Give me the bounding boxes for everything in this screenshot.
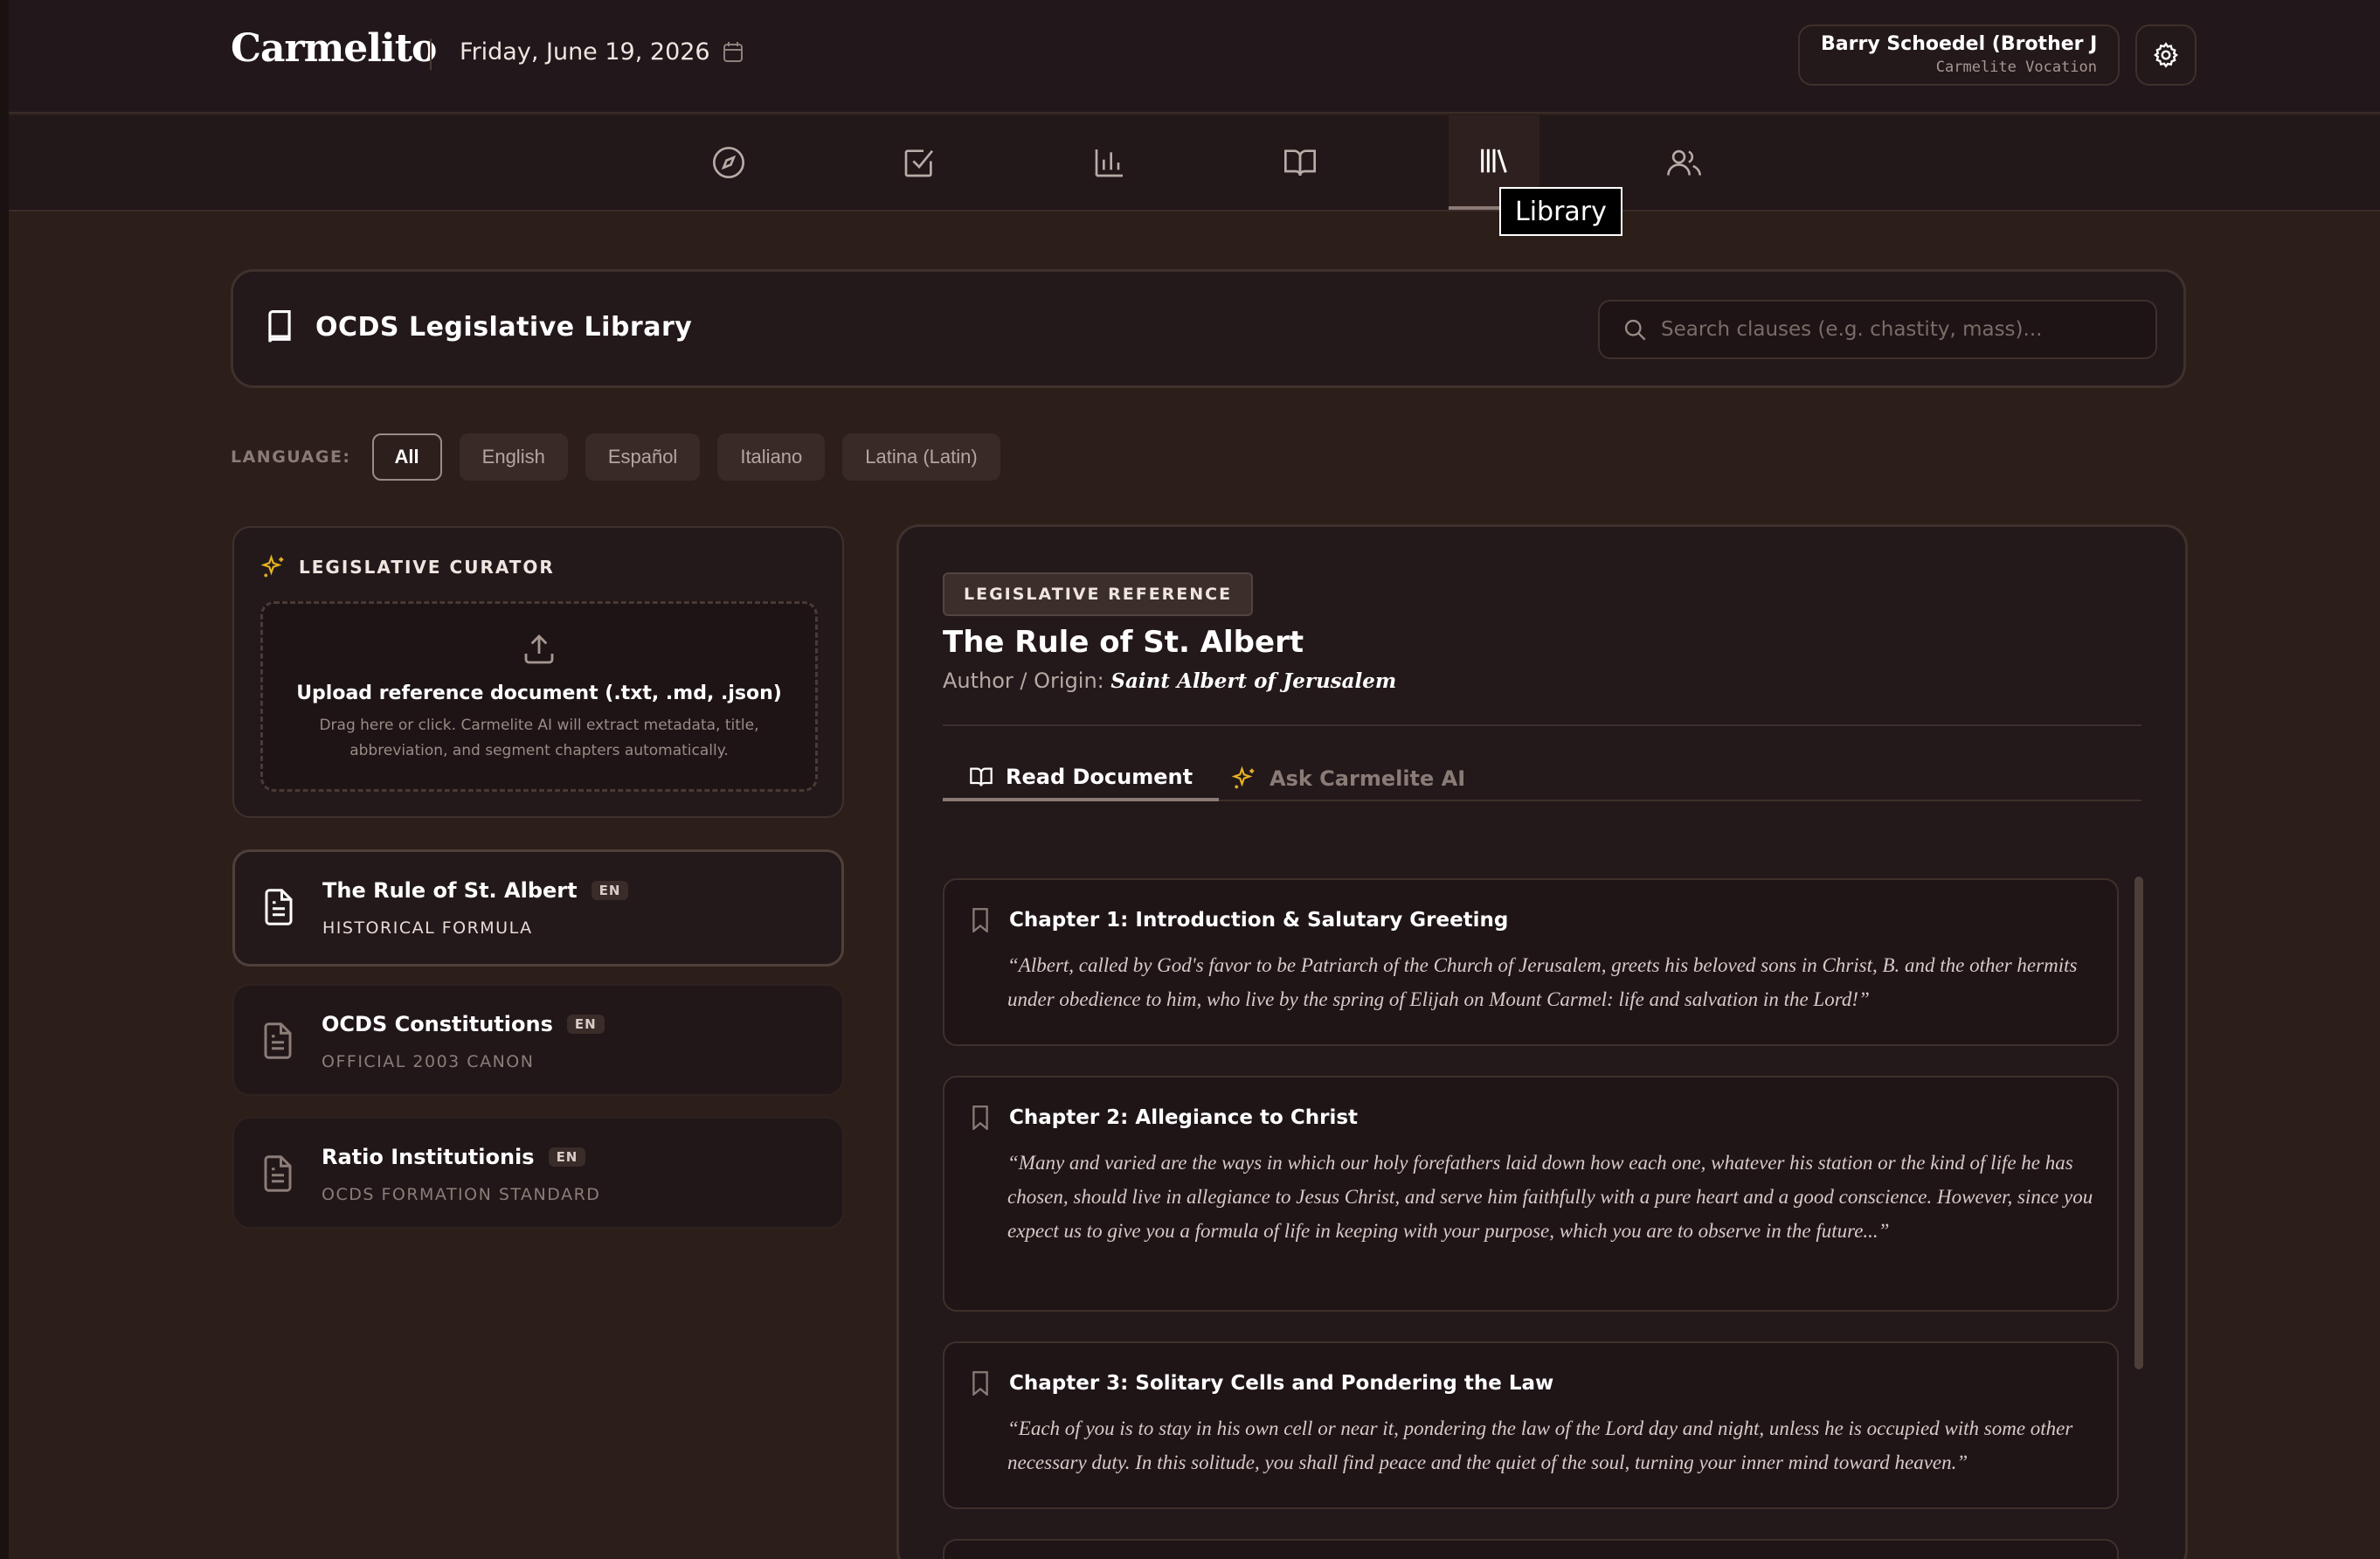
search-icon <box>1624 319 1646 341</box>
user-name: Barry Schoedel (Brother Jo... <box>1821 33 2097 55</box>
bar-chart-icon <box>1095 149 1123 177</box>
chapter-title: Chapter 3: Solitary Cells and Pondering … <box>1009 1372 1554 1395</box>
chapters-scrollbar[interactable] <box>2134 877 2143 1369</box>
document-title: The Rule of St. Albert EN <box>322 878 629 903</box>
open-book-icon <box>1284 149 1316 177</box>
bookmark-icon[interactable] <box>971 908 990 932</box>
upload-icon <box>524 634 554 664</box>
reference-divider <box>943 724 2141 726</box>
bookmark-icon[interactable] <box>971 1105 990 1130</box>
curator-title-group: LEGISLATIVE CURATOR <box>260 554 555 580</box>
search-input[interactable] <box>1661 318 2133 341</box>
document-category: OCDS FORMATION STANDARD <box>322 1185 601 1204</box>
document-name: The Rule of St. Albert <box>322 878 578 903</box>
chapter-text: “Albert, called by God's favor to be Pat… <box>1007 954 2078 1010</box>
document-title: OCDS Constitutions EN <box>322 1012 605 1036</box>
legislative-curator-panel: LEGISLATIVE CURATOR Upload reference doc… <box>232 526 844 818</box>
document-icon <box>264 1155 292 1192</box>
gear-icon <box>2153 42 2179 68</box>
language-label: LANGUAGE: <box>231 447 351 467</box>
chapter-header: Chapter 2: Allegiance to Christ <box>971 1105 1358 1130</box>
language-option-espanol[interactable]: Español <box>585 433 701 481</box>
app-brand[interactable]: Carmelito <box>231 26 437 71</box>
reference-title: The Rule of St. Albert <box>943 625 1304 660</box>
upload-title: Upload reference document (.txt, .md, .j… <box>296 682 782 704</box>
open-book-icon <box>970 767 993 786</box>
document-name: OCDS Constitutions <box>322 1012 553 1036</box>
calendar-icon <box>723 41 743 62</box>
library-header: OCDS Legislative Library <box>231 269 2186 388</box>
document-icon <box>265 889 293 925</box>
window-edge <box>0 0 9 1559</box>
nav-tooltip: Library <box>1499 187 1622 236</box>
library-icon <box>1481 149 1507 173</box>
nav-community[interactable] <box>1639 115 1730 210</box>
tab-read-document[interactable]: Read Document <box>943 756 1220 801</box>
sparkles-icon <box>260 554 284 578</box>
reference-tabs: Read Document Ask Carmelite AI <box>943 756 2141 801</box>
document-category: OFFICIAL 2003 CANON <box>322 1052 535 1071</box>
nav-tasks[interactable] <box>874 115 965 210</box>
document-title: Ratio Institutionis EN <box>322 1145 586 1169</box>
upload-description: Drag here or click. Carmelite AI will ex… <box>319 717 759 759</box>
author-label: Author / Origin: <box>943 669 1104 693</box>
tab-ai-label: Ask Carmelite AI <box>1270 766 1466 791</box>
curator-title: LEGISLATIVE CURATOR <box>299 557 555 578</box>
chapter-card-2: Chapter 2: Allegiance to Christ “Many an… <box>943 1076 2119 1312</box>
tab-read-label: Read Document <box>1006 765 1193 789</box>
current-date[interactable]: Friday, June 19, 2026 <box>460 38 744 66</box>
sparkles-icon <box>1231 766 1255 789</box>
users-icon <box>1667 149 1702 176</box>
chapter-title: Chapter 2: Allegiance to Christ <box>1009 1106 1359 1129</box>
document-card-ocds-constitutions[interactable]: OCDS Constitutions EN OFFICIAL 2003 CANO… <box>232 984 844 1096</box>
language-badge: EN <box>548 1147 586 1167</box>
nav-readings[interactable] <box>1255 115 1346 210</box>
tab-ask-ai[interactable]: Ask Carmelite AI <box>1205 756 1491 801</box>
chapter-header: Chapter 1: Introduction & Salutary Greet… <box>971 908 1508 932</box>
user-role: Carmelite Vocation <box>1935 59 2097 76</box>
reference-author: Author / Origin: Saint Albert of Jerusal… <box>943 669 1396 693</box>
language-option-all[interactable]: All <box>371 433 442 481</box>
library-title-group: OCDS Legislative Library <box>265 310 692 343</box>
reference-panel: LEGISLATIVE REFERENCE The Rule of St. Al… <box>896 524 2188 1559</box>
language-filter: LANGUAGE: All English Español Italiano L… <box>231 433 1018 481</box>
nav-explore[interactable] <box>683 115 774 210</box>
nav-stats[interactable] <box>1064 115 1155 210</box>
search-box[interactable] <box>1598 300 2157 359</box>
language-badge: EN <box>591 881 629 900</box>
main-nav <box>9 115 2380 211</box>
document-icon <box>264 1022 292 1059</box>
document-category: HISTORICAL FORMULA <box>322 918 533 938</box>
language-option-latin[interactable]: Latina (Latin) <box>842 433 1000 481</box>
chapter-card-4 <box>943 1539 2119 1559</box>
brand-divider <box>430 38 432 70</box>
document-name: Ratio Institutionis <box>322 1145 535 1169</box>
chapter-card-3: Chapter 3: Solitary Cells and Pondering … <box>943 1341 2119 1509</box>
chapter-title: Chapter 1: Introduction & Salutary Greet… <box>1009 909 1509 932</box>
settings-button[interactable] <box>2135 24 2197 86</box>
language-badge: EN <box>566 1015 605 1034</box>
library-title: OCDS Legislative Library <box>315 311 693 343</box>
language-option-italiano[interactable]: Italiano <box>717 433 826 481</box>
chapter-header: Chapter 3: Solitary Cells and Pondering … <box>971 1371 1553 1396</box>
top-bar: Carmelito Friday, June 19, 2026 Barry Sc… <box>9 0 2380 114</box>
book-icon <box>268 310 291 343</box>
user-profile-chip[interactable]: Barry Schoedel (Brother Jo... Carmelite … <box>1798 24 2120 86</box>
language-option-english[interactable]: English <box>459 433 568 481</box>
compass-icon <box>713 147 744 178</box>
chapter-text: “Many and varied are the ways in which o… <box>1007 1152 2093 1242</box>
chapter-card-1: Chapter 1: Introduction & Salutary Greet… <box>943 878 2119 1046</box>
chapter-text: “Each of you is to stay in his own cell … <box>1007 1417 2073 1473</box>
checkbox-icon <box>904 149 934 177</box>
upload-dropzone[interactable]: Upload reference document (.txt, .md, .j… <box>260 601 818 792</box>
author-name: Saint Albert of Jerusalem <box>1110 669 1397 693</box>
document-card-ratio-institutionis[interactable]: Ratio Institutionis EN OCDS FORMATION ST… <box>232 1117 844 1229</box>
bookmark-icon[interactable] <box>971 1371 990 1396</box>
document-card-rule-st-albert[interactable]: The Rule of St. Albert EN HISTORICAL FOR… <box>232 849 844 967</box>
date-text: Friday, June 19, 2026 <box>460 38 710 66</box>
reference-badge: LEGISLATIVE REFERENCE <box>943 572 1254 616</box>
